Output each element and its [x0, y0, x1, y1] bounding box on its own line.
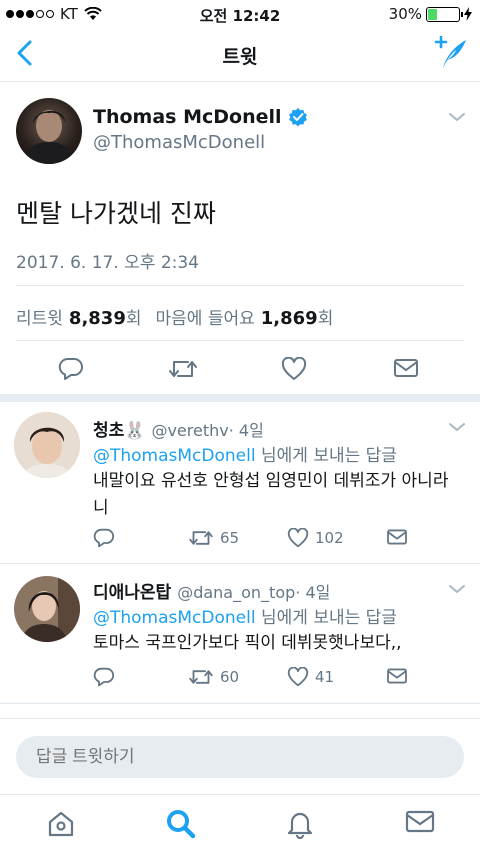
reply-to-suffix: 님에게 보내는 답글 [255, 446, 397, 466]
heart-icon [281, 357, 307, 380]
tab-search[interactable] [165, 809, 197, 843]
reply-actions: 65 102 [0, 528, 480, 568]
charging-icon [464, 7, 472, 21]
reply-menu-button[interactable] [448, 580, 466, 599]
direct-message-button[interactable] [393, 357, 419, 379]
likes-label: 마음에 들어요 [155, 309, 255, 329]
envelope-icon [387, 668, 407, 684]
heart-icon [287, 667, 309, 687]
retweet-count: 60 [220, 668, 240, 686]
chevron-down-icon [449, 585, 465, 593]
section-separator [0, 394, 480, 402]
reply-author-handle[interactable]: @verethv [151, 421, 228, 440]
tweet-timestamp: 2017. 6. 17. 오후 2:34 [16, 253, 199, 273]
reply-avatar[interactable] [14, 576, 80, 642]
page-title: 트윗 [222, 46, 258, 68]
tweet-text: 멘탈 나가겠네 진짜 [16, 199, 216, 228]
reply-button[interactable] [58, 357, 84, 381]
retweet-button[interactable]: 60 [188, 667, 239, 687]
reply-text: 토마스 국프인가보다 픽이 데뷔못햇나보다,, [93, 633, 402, 653]
reply-header: 청초🐰 @verethv · 4일 [93, 416, 264, 441]
like-count: 41 [315, 668, 335, 686]
tab-messages[interactable] [405, 809, 435, 839]
search-icon [167, 810, 196, 839]
reply-avatar[interactable] [14, 412, 80, 478]
reply-button[interactable] [93, 667, 115, 687]
home-icon [48, 811, 74, 837]
reply-author-name[interactable]: 디애나온탑 [93, 578, 171, 603]
battery-icon [426, 6, 463, 22]
reply-header: 디애나온탑 @dana_on_top · 4일 [93, 578, 330, 603]
nav-bar: 트윗 [0, 28, 480, 82]
retweet-icon [169, 361, 197, 377]
retweets-label: 리트윗 [16, 309, 63, 329]
reply-text: 내말이요 유선호 안형섭 임영민이 데뷔조가 아니라니 [93, 471, 449, 518]
retweets-unit: 회 [125, 309, 142, 329]
reply-to-line: @ThomasMcDonell 님에게 보내는 답글 [93, 441, 397, 466]
mention-link[interactable]: @ThomasMcDonell [93, 446, 256, 466]
verified-badge-icon [288, 108, 307, 127]
battery-percent: 30% [388, 5, 422, 23]
reply-composer [0, 718, 480, 794]
chevron-down-icon [449, 113, 465, 121]
heart-icon [287, 528, 309, 548]
like-button[interactable] [281, 357, 307, 381]
envelope-icon [394, 359, 418, 377]
direct-message-button[interactable] [386, 528, 408, 546]
retweet-icon [189, 670, 213, 684]
status-bar: KT 오전 12:42 30% [0, 0, 480, 28]
author-name[interactable]: Thomas McDonell [93, 106, 282, 128]
tweet-actions [0, 357, 480, 397]
mention-link[interactable]: @ThomasMcDonell [93, 608, 256, 628]
reply-button[interactable] [93, 528, 115, 548]
divider [16, 285, 464, 286]
messages-icon [405, 810, 435, 833]
tab-home[interactable] [46, 809, 76, 843]
retweet-count: 65 [220, 529, 240, 547]
author-name-row: Thomas McDonell [93, 106, 308, 128]
reply-menu-button[interactable] [448, 418, 466, 437]
like-button[interactable]: 41 [287, 667, 334, 687]
chevron-down-icon [449, 423, 465, 431]
tab-notifications[interactable] [286, 809, 314, 843]
author-handle[interactable]: @ThomasMcDonell [93, 132, 265, 153]
reply-age: · 4일 [295, 583, 331, 602]
direct-message-button[interactable] [386, 667, 408, 685]
divider [16, 340, 464, 341]
tweet-menu-button[interactable] [448, 108, 466, 127]
like-count: 102 [315, 529, 344, 547]
compose-tweet-icon [434, 35, 466, 68]
reply-author-handle[interactable]: @dana_on_top [177, 583, 295, 602]
reply-actions: 60 41 [0, 667, 480, 707]
like-button[interactable]: 102 [287, 528, 344, 548]
compose-tweet-button[interactable] [432, 35, 468, 74]
retweet-icon [189, 531, 213, 545]
reply-input[interactable] [16, 736, 464, 778]
divider [0, 563, 480, 564]
likes-count[interactable]: 1,869 [261, 308, 318, 329]
retweet-button[interactable] [168, 357, 198, 381]
battery-info: 30% [389, 5, 472, 23]
retweets-count[interactable]: 8,839 [69, 308, 126, 329]
reply-icon [58, 357, 83, 380]
tab-bar [0, 794, 480, 854]
reply-to-line: @ThomasMcDonell 님에게 보내는 답글 [93, 603, 397, 628]
likes-unit: 회 [317, 309, 334, 329]
reply-to-suffix: 님에게 보내는 답글 [255, 608, 397, 628]
reply-icon [93, 528, 115, 548]
reply-author-name[interactable]: 청초🐰 [93, 416, 145, 441]
author-avatar[interactable] [16, 98, 82, 164]
reply-icon [93, 667, 115, 687]
divider [0, 703, 480, 704]
retweet-button[interactable]: 65 [188, 528, 239, 548]
envelope-icon [387, 529, 407, 545]
notifications-icon [287, 812, 313, 840]
tweet-stats: 리트윗 8,839 회 마음에 들어요 1,869 회 [16, 304, 333, 329]
reply-age: · 4일 [228, 421, 264, 440]
